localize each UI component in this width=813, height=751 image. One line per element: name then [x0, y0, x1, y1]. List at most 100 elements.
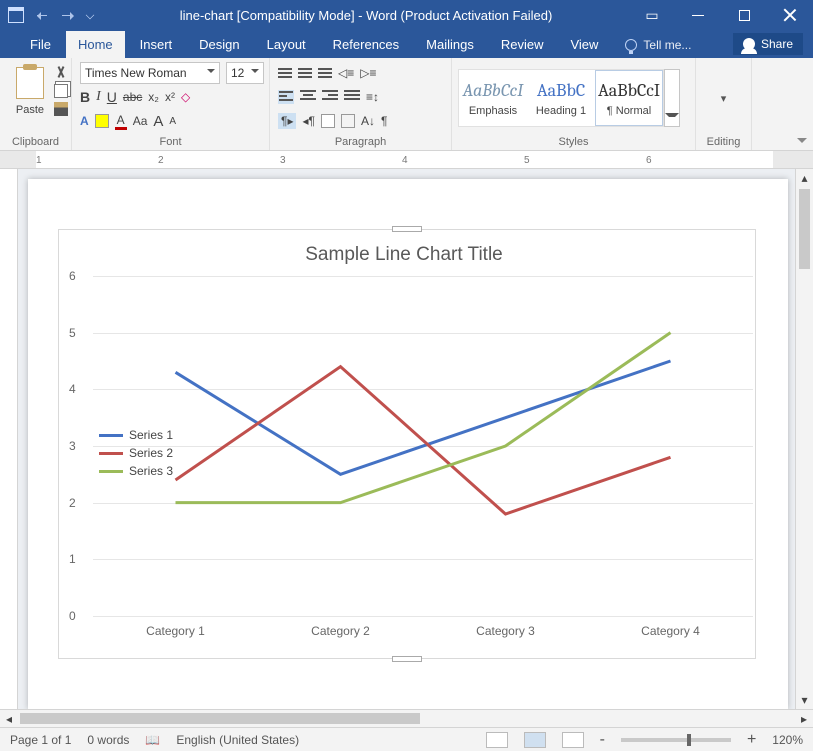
- redo-icon[interactable]: [60, 8, 74, 22]
- rtl-icon[interactable]: ◂¶: [302, 114, 314, 128]
- font-name-combo[interactable]: Times New Roman: [80, 62, 220, 84]
- bullets-icon[interactable]: [278, 68, 292, 78]
- x-tick-label: Category 4: [641, 624, 700, 638]
- undo-icon[interactable]: [35, 8, 49, 22]
- group-label-editing: Editing: [702, 134, 745, 148]
- subscript-button[interactable]: x₂: [148, 90, 159, 104]
- group-label-font: Font: [78, 134, 263, 148]
- ruler-tick: 6: [646, 155, 652, 166]
- x-tick-label: Category 1: [146, 624, 205, 638]
- grow-font-button[interactable]: A: [153, 113, 163, 130]
- scroll-thumb-v[interactable]: [799, 189, 810, 269]
- zoom-value[interactable]: 120%: [772, 733, 803, 747]
- maximize-button[interactable]: [721, 0, 767, 30]
- highlight-icon[interactable]: [95, 114, 109, 128]
- zoom-out-button[interactable]: -: [600, 731, 605, 749]
- tab-review[interactable]: Review: [489, 31, 556, 58]
- chart-resize-bottom[interactable]: [392, 656, 422, 662]
- multilevel-icon[interactable]: [318, 68, 332, 78]
- group-paragraph: ◁≡ ▷≡ ≡↕ ¶▸ ◂¶ A↓ ¶ Paragraph: [270, 58, 452, 150]
- tell-me-search[interactable]: Tell me...: [625, 38, 691, 58]
- view-web-icon[interactable]: [562, 732, 584, 748]
- borders-icon[interactable]: [341, 114, 355, 128]
- tab-mailings[interactable]: Mailings: [414, 31, 486, 58]
- style-card-2[interactable]: AaBbCcI¶ Normal: [595, 70, 663, 126]
- group-clipboard: Paste Clipboard: [0, 58, 72, 150]
- italic-button[interactable]: I: [96, 89, 101, 105]
- shrink-font-button[interactable]: A: [169, 116, 176, 127]
- decrease-indent-icon[interactable]: ◁≡: [338, 66, 354, 80]
- proofing-icon[interactable]: 📖: [145, 733, 160, 747]
- show-marks-button[interactable]: ¶: [381, 114, 387, 128]
- tab-view[interactable]: View: [558, 31, 610, 58]
- view-read-icon[interactable]: [486, 732, 508, 748]
- line-spacing-icon[interactable]: ≡↕: [366, 90, 379, 104]
- qat-more-icon[interactable]: [86, 11, 94, 19]
- tab-layout[interactable]: Layout: [255, 31, 318, 58]
- tab-insert[interactable]: Insert: [128, 31, 185, 58]
- cut-icon[interactable]: [54, 66, 68, 80]
- zoom-in-button[interactable]: +: [747, 731, 756, 749]
- font-size-combo[interactable]: 12: [226, 62, 264, 84]
- style-card-1[interactable]: AaBbCHeading 1: [527, 70, 595, 126]
- ltr-icon[interactable]: ¶▸: [278, 113, 296, 129]
- scroll-right-icon[interactable]: ▸: [795, 710, 813, 727]
- save-icon[interactable]: [8, 7, 24, 23]
- scroll-left-icon[interactable]: ◂: [0, 710, 18, 727]
- font-effects-button[interactable]: A: [80, 114, 89, 128]
- status-words[interactable]: 0 words: [87, 733, 129, 747]
- tab-references[interactable]: References: [321, 31, 411, 58]
- justify-icon[interactable]: [344, 90, 360, 104]
- copy-icon[interactable]: [54, 84, 68, 98]
- zoom-slider[interactable]: [621, 738, 731, 742]
- share-button[interactable]: Share: [733, 33, 803, 55]
- styles-scroll[interactable]: [664, 69, 680, 127]
- collapse-ribbon-icon[interactable]: [797, 138, 807, 148]
- quick-access-toolbar: [0, 7, 103, 23]
- scroll-thumb-h[interactable]: [20, 713, 420, 724]
- group-editing[interactable]: ▾ Editing: [696, 58, 752, 150]
- ruler-tick: 5: [524, 155, 530, 166]
- status-lang[interactable]: English (United States): [176, 733, 299, 747]
- minimize-button[interactable]: [675, 0, 721, 30]
- shading-icon[interactable]: [321, 114, 335, 128]
- change-case-button[interactable]: Aa: [133, 114, 148, 128]
- scrollbar-horizontal[interactable]: ◂ ▸: [0, 709, 813, 727]
- y-tick-label: 3: [69, 439, 76, 453]
- window-title: line-chart [Compatibility Mode] - Word (…: [103, 8, 629, 23]
- status-page[interactable]: Page 1 of 1: [10, 733, 71, 747]
- superscript-button[interactable]: x²: [165, 90, 175, 104]
- sort-button[interactable]: A↓: [361, 114, 375, 128]
- align-left-icon[interactable]: [278, 90, 294, 104]
- document-area[interactable]: Sample Line Chart Title 0123456 Series 1…: [18, 169, 795, 709]
- font-color-button[interactable]: A: [115, 113, 127, 130]
- bold-button[interactable]: B: [80, 89, 90, 105]
- window-controls: ▭: [629, 0, 813, 30]
- format-painter-icon[interactable]: [54, 102, 68, 116]
- view-print-icon[interactable]: [524, 732, 546, 748]
- align-right-icon[interactable]: [322, 90, 338, 104]
- tab-home[interactable]: Home: [66, 31, 125, 58]
- numbering-icon[interactable]: [298, 68, 312, 78]
- tab-design[interactable]: Design: [187, 31, 251, 58]
- underline-button[interactable]: U: [107, 89, 117, 105]
- legend-item: Series 2: [99, 446, 173, 460]
- ruler-horizontal[interactable]: 123456: [0, 151, 813, 169]
- ruler-vertical[interactable]: [0, 169, 18, 709]
- bulb-icon: [625, 39, 637, 51]
- paste-button[interactable]: Paste: [6, 62, 54, 118]
- strike-button[interactable]: abc: [123, 90, 142, 104]
- chart-resize-top[interactable]: [392, 226, 422, 232]
- close-button[interactable]: [767, 0, 813, 30]
- tab-file[interactable]: File: [18, 31, 63, 58]
- scrollbar-vertical[interactable]: ▴ ▾: [795, 169, 813, 709]
- ribbon-options-icon[interactable]: ▭: [629, 0, 675, 30]
- increase-indent-icon[interactable]: ▷≡: [360, 66, 376, 80]
- chart-object[interactable]: Sample Line Chart Title 0123456 Series 1…: [58, 229, 756, 659]
- title-bar: line-chart [Compatibility Mode] - Word (…: [0, 0, 813, 30]
- scroll-up-icon[interactable]: ▴: [796, 169, 813, 187]
- style-card-0[interactable]: AaBbCcIEmphasis: [459, 70, 527, 126]
- clear-format-icon[interactable]: ◇: [181, 90, 190, 104]
- align-center-icon[interactable]: [300, 90, 316, 104]
- scroll-down-icon[interactable]: ▾: [796, 691, 813, 709]
